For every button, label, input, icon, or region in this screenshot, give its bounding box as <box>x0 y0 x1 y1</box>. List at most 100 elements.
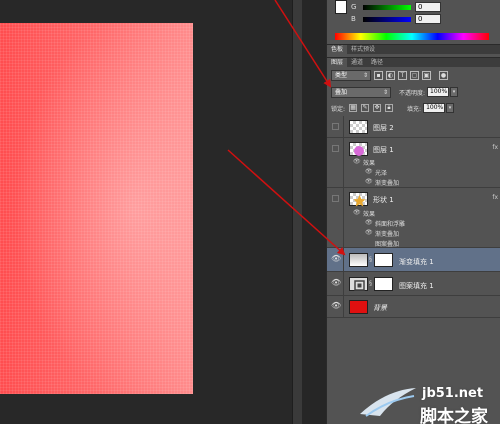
layer-row[interactable]: 👁︎ § 图案填充 1 <box>327 272 500 296</box>
green-slider[interactable] <box>363 4 411 10</box>
effect-item[interactable]: 渐变叠加 <box>375 178 399 187</box>
visibility-slot[interactable] <box>327 188 344 247</box>
eye-icon[interactable]: 👁︎ <box>331 278 341 287</box>
adjustment-filter-icon[interactable]: ◐ <box>386 70 395 80</box>
effects-label[interactable]: 效果 <box>363 158 375 167</box>
visibility-slot[interactable] <box>327 138 344 187</box>
fx-icon[interactable]: fx <box>492 144 498 151</box>
color-panel: G 0 B 0 <box>327 0 500 42</box>
watermark-swoosh-icon <box>360 388 416 417</box>
tab-layers[interactable]: 图层 <box>327 58 348 67</box>
effect-eye-icon[interactable]: 👁︎ <box>365 168 373 175</box>
visibility-slot[interactable]: 👁︎ <box>327 296 344 317</box>
pixel-filter-icon[interactable]: ▪ <box>374 70 383 80</box>
opacity-dropdown-icon[interactable]: ▾ <box>450 87 459 97</box>
layer-name[interactable]: 图案填充 1 <box>399 281 434 291</box>
pink-blob-icon <box>354 146 364 156</box>
filter-toggle-icon[interactable]: ● <box>439 70 448 80</box>
layer-mask-thumbnail[interactable] <box>374 253 393 267</box>
effects-eye-icon[interactable]: 👁︎ <box>353 158 361 165</box>
eye-icon[interactable]: 👁︎ <box>331 301 341 310</box>
canvas-area[interactable] <box>0 0 292 424</box>
effect-eye-icon[interactable]: 👁︎ <box>365 219 373 226</box>
lock-fill-row: 锁定: ▦ ✎ ✥ 🔒︎ 填充: 100% ▾ <box>327 101 500 115</box>
blend-opacity-row: 叠加 不透明度: 100% ▾ <box>327 85 500 99</box>
link-icon[interactable]: § <box>369 280 372 287</box>
fill-dropdown-icon[interactable]: ▾ <box>446 103 455 113</box>
watermark-name: 脚本之家 <box>420 407 488 424</box>
effects-eye-icon[interactable]: 👁︎ <box>353 209 361 216</box>
background-thumbnail[interactable] <box>349 300 368 314</box>
tab-style-presets[interactable]: 样式预设 <box>347 45 379 54</box>
layer-name[interactable]: 形状 1 <box>373 195 394 205</box>
layer-name[interactable]: 图层 2 <box>373 123 394 133</box>
blend-mode-label: 叠加 <box>335 88 348 96</box>
opacity-label: 不透明度: <box>399 89 426 97</box>
layer-name[interactable]: 渐变填充 1 <box>399 257 434 267</box>
opacity-field[interactable]: 100% <box>427 87 450 97</box>
layers-tab-strip: 图层 通道 路径 <box>327 57 500 67</box>
star-shape-icon <box>353 195 366 207</box>
pattern-fill-thumbnail[interactable] <box>349 277 368 291</box>
layer-row[interactable]: 图层 2 <box>327 116 500 138</box>
eye-icon[interactable]: 👁︎ <box>331 254 341 263</box>
shape-filter-icon[interactable]: ▢ <box>410 70 419 80</box>
lock-label: 锁定: <box>331 105 346 113</box>
gradient-fill-thumbnail[interactable] <box>349 253 368 267</box>
lock-position-icon[interactable]: ✥ <box>373 104 382 112</box>
tab-paths[interactable]: 路径 <box>367 58 387 67</box>
green-value-field[interactable]: 0 <box>415 2 441 12</box>
color-spectrum-bar[interactable] <box>335 33 489 40</box>
layer-thumbnail <box>349 142 368 156</box>
type-filter-icon[interactable]: T <box>398 70 407 80</box>
layer-name[interactable]: 图层 1 <box>373 145 394 155</box>
visibility-slot[interactable]: 👁︎ <box>327 248 344 271</box>
visibility-slot[interactable]: 👁︎ <box>327 272 344 295</box>
visibility-slot[interactable] <box>327 116 344 137</box>
swatches-tab-strip: 色板 样式预设 <box>327 44 500 54</box>
lock-transparent-icon[interactable]: ▦ <box>349 104 358 112</box>
blue-value-field[interactable]: 0 <box>415 14 441 24</box>
effect-item[interactable]: 渐变叠加 <box>375 229 399 238</box>
tab-channels[interactable]: 通道 <box>347 58 367 67</box>
vertical-scrollbar[interactable] <box>292 0 302 424</box>
effect-item[interactable]: 斜面和浮雕 <box>375 219 405 228</box>
layers-list: 图层 2 图层 1 fx 👁︎ 效果 👁︎ 光泽 👁︎ 渐变叠加 形状 1 fx… <box>327 116 500 318</box>
document-canvas[interactable] <box>0 23 193 394</box>
layer-row[interactable]: 👁︎ 背景 <box>327 296 500 318</box>
fill-label: 填充: <box>407 105 422 113</box>
hidden-eye-icon[interactable] <box>332 195 339 202</box>
foreground-color-swatch[interactable] <box>335 0 347 14</box>
effect-eye-icon[interactable]: 👁︎ <box>365 229 373 236</box>
layer-filter-dropdown[interactable]: 类型 <box>331 69 371 81</box>
effect-eye-icon[interactable]: 👁︎ <box>365 178 373 185</box>
effect-item[interactable]: 光泽 <box>375 168 387 177</box>
blend-mode-dropdown[interactable]: 叠加 <box>331 86 391 98</box>
layer-mask-thumbnail[interactable] <box>374 277 393 291</box>
watermark: jb51.net 脚本之家 <box>358 380 500 424</box>
filter-type-label: 类型 <box>335 71 348 79</box>
green-label: G <box>351 3 357 11</box>
layer-name[interactable]: 背景 <box>373 303 387 313</box>
layer-thumbnail <box>349 120 368 134</box>
hidden-eye-icon[interactable] <box>332 145 339 152</box>
layer-row[interactable]: 图层 1 fx 👁︎ 效果 👁︎ 光泽 👁︎ 渐变叠加 <box>327 138 500 188</box>
link-icon[interactable]: § <box>369 256 372 263</box>
blue-slider[interactable] <box>363 16 411 22</box>
fx-icon[interactable]: fx <box>492 194 498 201</box>
layer-row-selected[interactable]: 👁︎ § 渐变填充 1 <box>327 248 500 272</box>
smart-object-filter-icon[interactable]: ▣ <box>422 70 431 80</box>
effect-item[interactable]: 图案叠加 <box>375 239 399 248</box>
effects-label[interactable]: 效果 <box>363 209 375 218</box>
lock-image-icon[interactable]: ✎ <box>361 104 370 112</box>
pattern-icon <box>354 280 365 291</box>
watermark-site: jb51.net <box>422 386 484 401</box>
blue-slider-row: B 0 <box>351 14 441 24</box>
photoshop-window: ⊞ G 0 B 0 色板 样式预设 图层 通道 路径 <box>0 0 500 424</box>
tab-swatches[interactable]: 色板 <box>327 45 348 54</box>
hidden-eye-icon[interactable] <box>332 123 339 130</box>
lock-all-icon[interactable]: 🔒︎ <box>385 104 394 112</box>
layer-row[interactable]: 形状 1 fx 👁︎ 效果 👁︎ 斜面和浮雕 👁︎ 渐变叠加 图案叠加 <box>327 188 500 248</box>
layer-filter-row: 类型 ▪ ◐ T ▢ ▣ ● <box>327 68 500 82</box>
fill-field[interactable]: 100% <box>423 103 446 113</box>
